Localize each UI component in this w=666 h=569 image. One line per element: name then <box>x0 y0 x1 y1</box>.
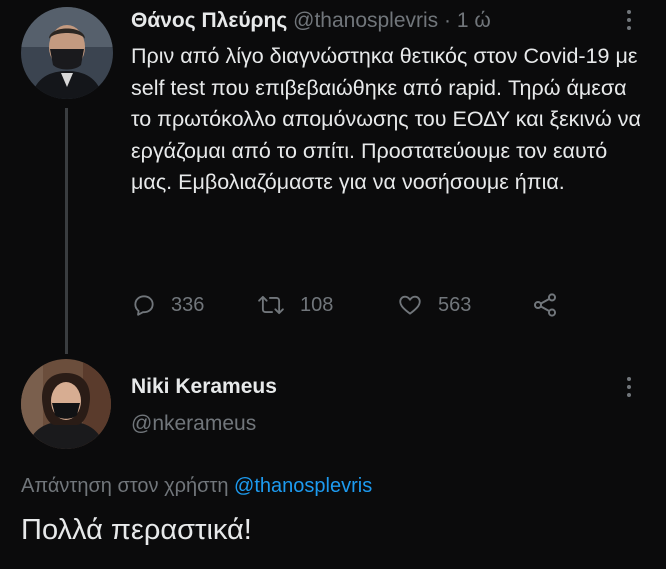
reply-button[interactable]: 336 <box>131 288 204 322</box>
like-button[interactable]: 563 <box>396 288 471 322</box>
more-icon[interactable] <box>626 377 632 397</box>
author-handle[interactable]: @nkerameus <box>131 412 256 436</box>
thread-connector-line <box>65 108 68 354</box>
reply-icon <box>134 295 154 316</box>
retweet-count: 108 <box>300 293 334 316</box>
tweet-header: Θάνος Πλεύρης @thanosplevris · 1 ώ <box>131 9 491 33</box>
tweet-text: Πριν από λίγο διαγνώστηκα θετικός στον C… <box>131 44 641 195</box>
share-icon <box>533 293 557 317</box>
author-handle[interactable]: @thanosplevris <box>293 9 438 32</box>
author-name[interactable]: Niki Kerameus <box>131 375 277 399</box>
retweet-icon <box>258 295 284 315</box>
retweet-button[interactable]: 108 <box>256 288 333 322</box>
author-name[interactable]: Θάνος Πλεύρης <box>131 9 287 32</box>
replying-to-label: Απάντηση στον χρήστη <box>21 475 229 497</box>
reply-mention-link[interactable]: @thanosplevris <box>234 475 372 497</box>
more-icon[interactable] <box>626 10 632 30</box>
reply-count: 336 <box>171 293 205 316</box>
time-separator: · <box>444 9 452 32</box>
avatar-nkerameus[interactable] <box>21 359 111 449</box>
share-button[interactable] <box>531 288 559 322</box>
replying-to-line: Απάντηση στον χρήστη @thanosplevris <box>21 475 372 498</box>
heart-icon <box>399 295 421 315</box>
tweet-time[interactable]: 1 ώ <box>457 9 491 32</box>
avatar-thanosplevris[interactable] <box>21 7 113 99</box>
reply-tweet-text: Πολλά περαστικά! <box>21 514 252 546</box>
like-count: 563 <box>438 293 472 316</box>
